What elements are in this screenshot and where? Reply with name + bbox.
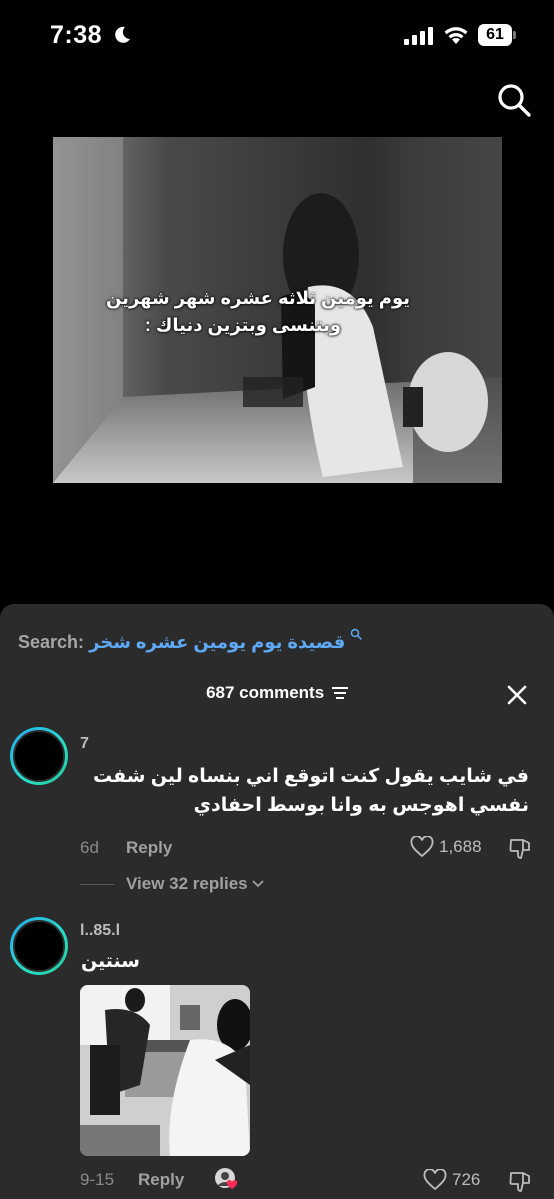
like-count: 1,688 <box>439 837 482 856</box>
search-suggestion[interactable]: Search: قصيدة يوم يومين عشره شخر <box>18 628 363 653</box>
reply-button[interactable]: Reply <box>138 1170 184 1190</box>
heart-icon <box>423 1169 447 1191</box>
moon-icon <box>115 26 130 43</box>
search-query-link[interactable]: قصيدة يوم يومين عشره شخر <box>89 632 345 652</box>
search-label: Search: <box>18 632 85 652</box>
view-replies-button[interactable]: View 32 replies <box>80 874 264 894</box>
reply-button[interactable]: Reply <box>126 838 172 858</box>
creator-liked-avatar-icon <box>215 1168 238 1189</box>
comments-count-title: 687 comments <box>206 683 325 702</box>
video-caption-line-1: يوم يومين ثلاثه عشره شهر شهرين <box>105 288 411 308</box>
dislike-icon[interactable] <box>508 837 532 861</box>
comment-username[interactable]: 7 <box>80 735 89 753</box>
dislike-icon[interactable] <box>508 1170 532 1194</box>
search-icon[interactable] <box>496 82 532 118</box>
status-time: 7:38 <box>50 21 103 49</box>
comment-username[interactable]: l..85.l <box>80 922 120 940</box>
attached-photo <box>80 985 250 1156</box>
like-button[interactable]: 1,688 <box>410 836 482 858</box>
battery-indicator: 61 <box>478 24 516 46</box>
comments-sheet: Search: قصيدة يوم يومين عشره شخر 687 com… <box>0 604 554 1199</box>
screen: 7:38 61 يوم يومين ثلاثه عشره شهر شهرين و… <box>0 0 554 1199</box>
battery-level: 61 <box>478 24 512 46</box>
chevron-down-icon <box>251 880 264 888</box>
avatar-image <box>13 920 65 972</box>
wifi-icon <box>444 27 468 44</box>
video-frame-image <box>53 137 502 483</box>
battery-tip <box>513 31 516 39</box>
comments-header: 687 comments <box>0 683 554 703</box>
comment-attached-image[interactable] <box>80 985 250 1156</box>
video-player[interactable]: يوم يومين ثلاثه عشره شهر شهرين وبتنسى وب… <box>53 137 502 483</box>
comment-text: في شايب يقول كنت اتوقع اني بنساه لين شفت… <box>93 766 529 816</box>
video-caption-line-2: وبتنسى وبتزين دنياك : <box>144 315 342 335</box>
search-mini-icon <box>351 628 363 640</box>
comment-text: سنتين <box>80 951 140 972</box>
like-count: 726 <box>452 1170 481 1189</box>
comment-age: 6d <box>80 838 99 857</box>
filter-icon[interactable] <box>331 687 348 699</box>
status-bar: 7:38 61 <box>0 0 554 75</box>
comment-age: 9-15 <box>80 1170 115 1189</box>
close-icon[interactable] <box>505 683 529 707</box>
heart-icon <box>410 836 434 858</box>
comment-avatar[interactable] <box>10 917 68 975</box>
view-replies-label: View 32 replies <box>126 874 248 893</box>
like-button[interactable]: 726 <box>423 1169 480 1191</box>
replies-divider <box>80 883 114 885</box>
avatar-image <box>13 730 65 782</box>
comment-avatar[interactable] <box>10 727 68 785</box>
cellular-signal-icon <box>404 27 433 45</box>
